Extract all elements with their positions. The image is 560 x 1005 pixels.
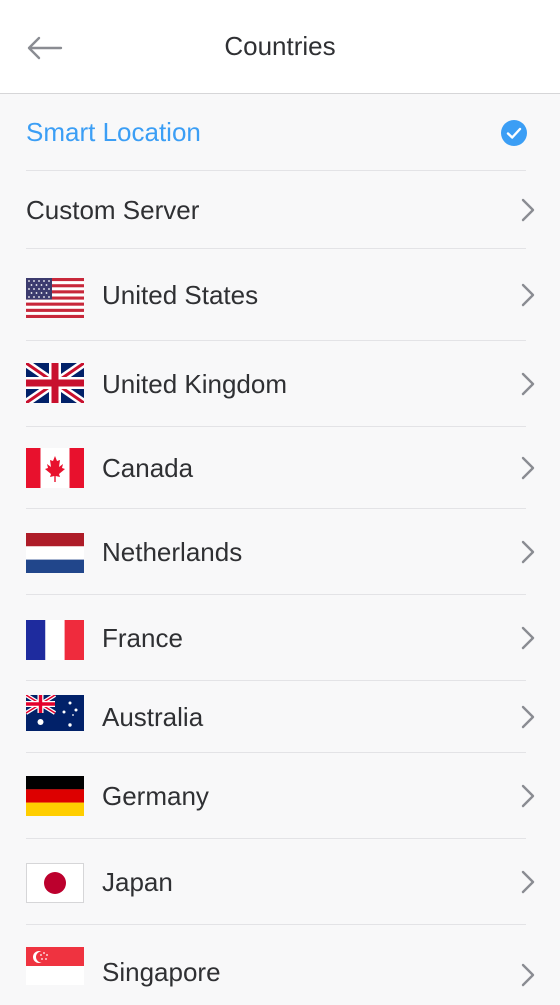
custom-server-item[interactable]: Custom Server: [0, 171, 560, 249]
chevron-right-icon: [521, 283, 535, 307]
chevron-right-icon: [521, 198, 535, 222]
page-title: Countries: [224, 31, 336, 61]
australia-flag-icon: [26, 695, 84, 731]
chevron-right-icon: [521, 372, 535, 396]
canada-flag-icon: [26, 448, 84, 488]
country-item-germany[interactable]: Germany: [0, 753, 560, 839]
japan-flag-icon: [26, 863, 84, 903]
country-label: Canada: [102, 452, 194, 483]
country-item-australia[interactable]: Australia: [0, 681, 560, 753]
country-label: United States: [102, 279, 259, 310]
country-item-united-states[interactable]: United States: [0, 249, 560, 341]
chevron-right-icon: [521, 705, 535, 729]
header-bar: Countries: [0, 0, 560, 94]
chevron-right-icon: [521, 540, 535, 564]
smart-location-label: Smart Location: [26, 117, 201, 147]
germany-flag-icon: [26, 776, 84, 816]
us-flag-icon: [26, 278, 84, 318]
chevron-right-icon: [521, 784, 535, 808]
country-label: Netherlands: [102, 536, 243, 567]
country-label: Germany: [102, 780, 209, 811]
country-label: Japan: [102, 866, 173, 897]
country-item-united-kingdom[interactable]: United Kingdom: [0, 341, 560, 427]
country-label: United Kingdom: [102, 368, 287, 399]
country-label: Singapore: [102, 956, 221, 987]
country-item-canada[interactable]: Canada: [0, 427, 560, 509]
chevron-right-icon: [521, 626, 535, 650]
chevron-right-icon: [521, 870, 535, 894]
uk-flag-icon: [26, 363, 84, 403]
chevron-right-icon: [521, 456, 535, 480]
country-item-singapore[interactable]: Singapore: [0, 925, 560, 1005]
custom-server-label: Custom Server: [26, 194, 200, 225]
smart-location-item[interactable]: Smart Location: [0, 94, 560, 171]
country-item-france[interactable]: France: [0, 595, 560, 681]
singapore-flag-icon: [26, 947, 84, 985]
country-item-netherlands[interactable]: Netherlands: [0, 509, 560, 595]
chevron-right-icon: [521, 963, 535, 987]
check-circle-icon: [501, 120, 527, 146]
country-label: France: [102, 622, 183, 653]
country-item-japan[interactable]: Japan: [0, 839, 560, 925]
france-flag-icon: [26, 620, 84, 660]
netherlands-flag-icon: [26, 533, 84, 573]
country-label: Australia: [102, 701, 204, 732]
